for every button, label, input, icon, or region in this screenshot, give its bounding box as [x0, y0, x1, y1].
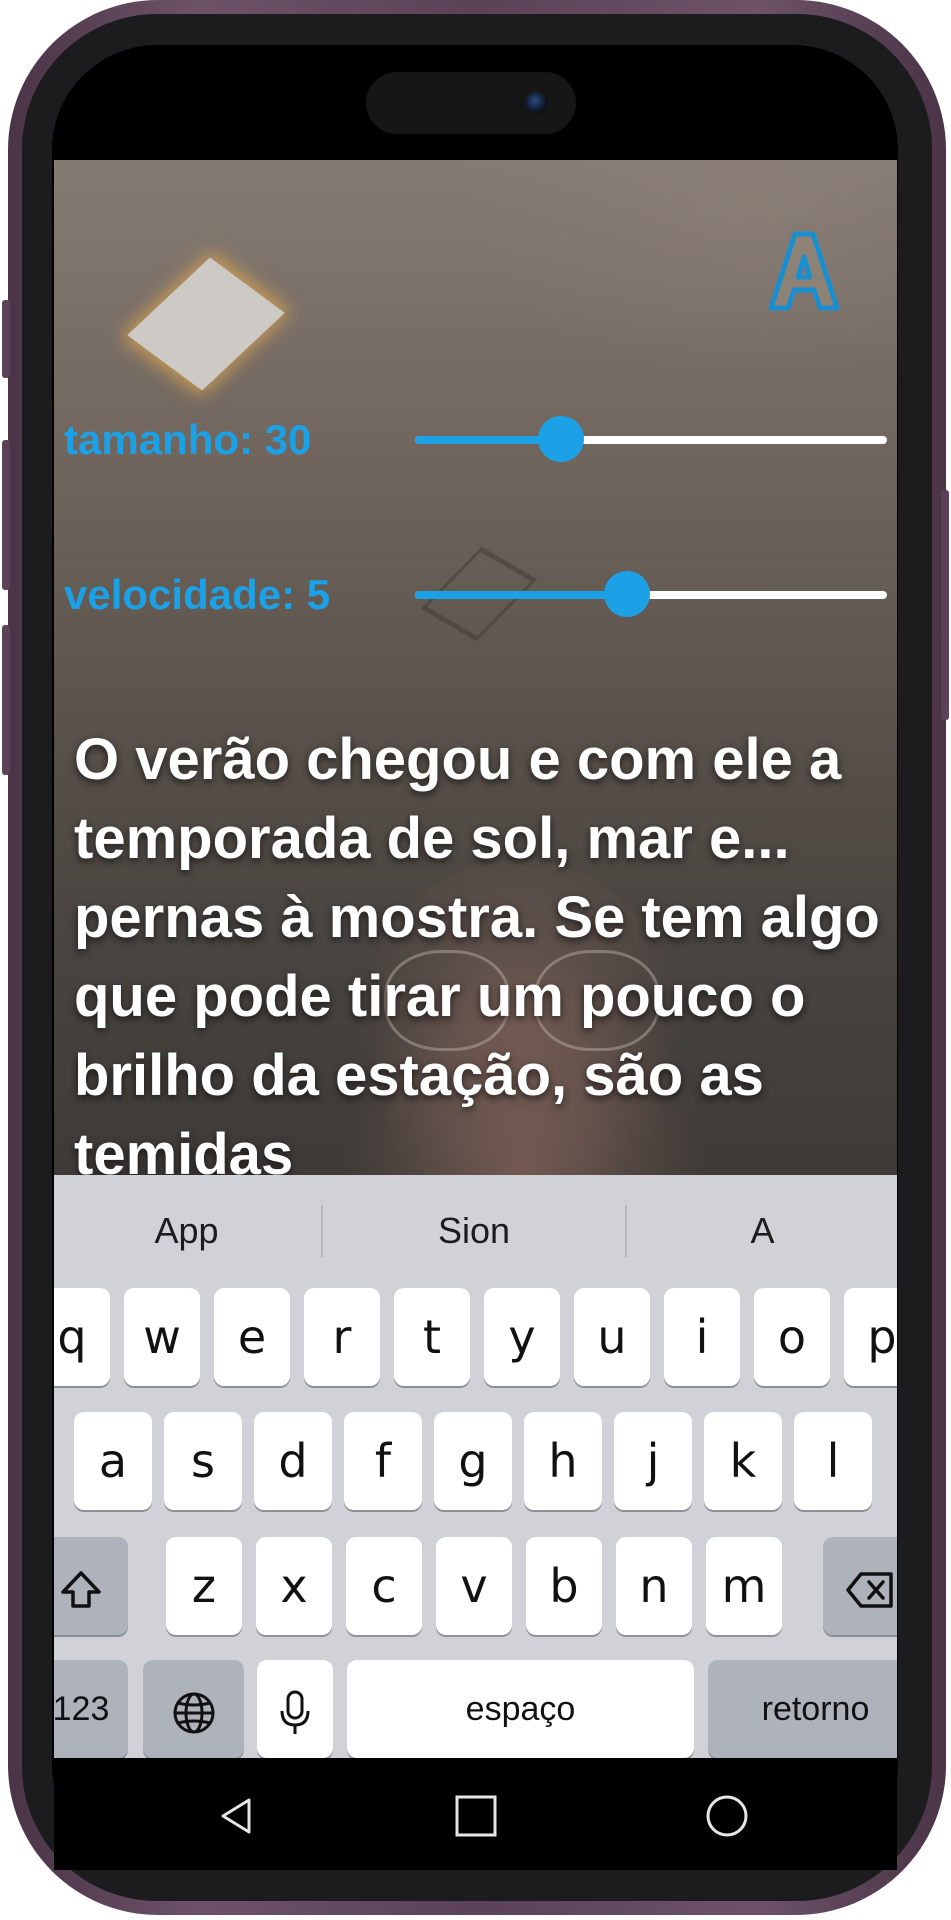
backspace-icon [846, 1571, 893, 1608]
key-a[interactable]: a [74, 1412, 152, 1510]
side-button-left-2 [2, 440, 10, 590]
side-button-left-1 [2, 300, 10, 378]
key-t[interactable]: t [394, 1288, 470, 1386]
key-v[interactable]: v [436, 1537, 512, 1635]
back-triangle-icon[interactable] [209, 1788, 265, 1844]
navigation-bar [54, 1758, 897, 1870]
side-button-left-3 [2, 625, 10, 775]
keyboard: App Sion A qwertyuiop asdfghjkl zxcvbnm … [54, 1175, 897, 1758]
key-d[interactable]: d [254, 1412, 332, 1510]
key-l[interactable]: l [794, 1412, 872, 1510]
suggestion-divider [625, 1205, 627, 1257]
front-camera [525, 92, 547, 114]
letter-a-icon[interactable] [759, 224, 849, 314]
speed-slider-thumb[interactable] [604, 571, 651, 617]
microphone-key[interactable] [257, 1660, 333, 1758]
size-slider-thumb[interactable] [538, 416, 585, 462]
key-m[interactable]: m [706, 1537, 782, 1635]
key-g[interactable]: g [434, 1412, 512, 1510]
size-slider-label: tamanho: 30 [64, 416, 312, 463]
key-j[interactable]: j [614, 1412, 692, 1510]
space-key[interactable]: espaço [347, 1660, 694, 1758]
speed-slider[interactable] [415, 571, 887, 617]
shift-icon [61, 1570, 101, 1608]
suggestion-2[interactable]: Sion [324, 1175, 624, 1287]
key-k[interactable]: k [704, 1412, 782, 1510]
key-q[interactable]: q [54, 1288, 110, 1386]
key-e[interactable]: e [214, 1288, 290, 1386]
side-button-right [941, 490, 949, 720]
speed-slider-label: velocidade: 5 [64, 571, 331, 618]
suggestion-bar: App Sion A [54, 1175, 897, 1287]
home-square-icon[interactable] [448, 1788, 504, 1844]
globe-key[interactable] [143, 1660, 244, 1758]
key-c[interactable]: c [346, 1537, 422, 1635]
camera-preview: tamanho: 30 velocidade: 5 O verão chegou… [54, 160, 897, 1175]
backspace-key[interactable] [823, 1537, 897, 1635]
return-key[interactable]: retorno [708, 1660, 897, 1758]
key-w[interactable]: w [124, 1288, 200, 1386]
key-y[interactable]: y [484, 1288, 560, 1386]
size-slider[interactable] [415, 416, 887, 462]
globe-icon [173, 1692, 214, 1733]
recents-circle-icon[interactable] [699, 1788, 755, 1844]
key-f[interactable]: f [344, 1412, 422, 1510]
key-b[interactable]: b [526, 1537, 602, 1635]
key-r[interactable]: r [304, 1288, 380, 1386]
ceiling-light-background [127, 257, 285, 391]
teleprompter-text[interactable]: O verão chegou e com ele a temporada de … [74, 720, 884, 1175]
key-u[interactable]: u [574, 1288, 650, 1386]
suggestion-3[interactable]: A [628, 1175, 897, 1287]
speed-slider-fill [415, 591, 628, 599]
suggestion-1[interactable]: App [54, 1175, 319, 1287]
numbers-key[interactable]: 123 [54, 1660, 128, 1758]
suggestion-divider [321, 1205, 323, 1257]
key-s[interactable]: s [164, 1412, 242, 1510]
microphone-icon [280, 1690, 310, 1734]
key-p[interactable]: p [844, 1288, 897, 1386]
key-x[interactable]: x [256, 1537, 332, 1635]
key-h[interactable]: h [524, 1412, 602, 1510]
key-i[interactable]: i [664, 1288, 740, 1386]
key-n[interactable]: n [616, 1537, 692, 1635]
key-z[interactable]: z [166, 1537, 242, 1635]
shift-key[interactable] [54, 1537, 128, 1635]
key-o[interactable]: o [754, 1288, 830, 1386]
